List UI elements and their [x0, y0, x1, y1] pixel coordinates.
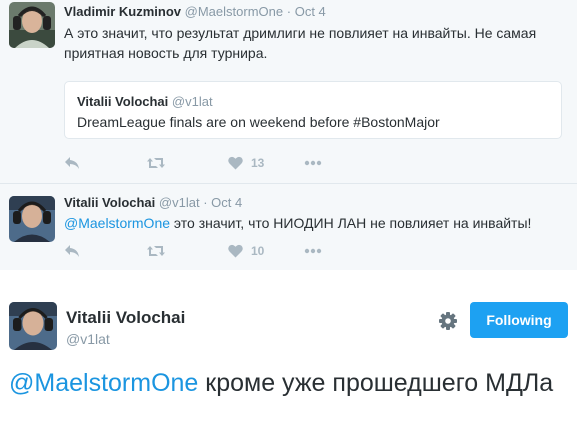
author-username[interactable]: @v1lat	[66, 331, 110, 347]
like-button[interactable]: 13	[228, 153, 264, 173]
mention-link[interactable]: @MaelstormOne	[64, 215, 170, 231]
reply-icon	[65, 245, 79, 257]
separator-dot: ·	[203, 195, 208, 210]
gear-icon[interactable]	[438, 311, 458, 331]
reply-button[interactable]	[64, 241, 80, 261]
tweet-actions: 10	[64, 241, 364, 261]
reply-icon	[65, 157, 79, 169]
retweet-icon	[147, 246, 165, 256]
tweet-actions: 13	[64, 153, 364, 173]
author-fullname[interactable]: Vladimir Kuzminov	[64, 4, 181, 19]
author-username[interactable]: @v1lat	[159, 195, 200, 210]
thread-tweet[interactable]: Vitalii Volochai @v1lat · Oct 4 @Maelsto…	[0, 184, 577, 270]
quoted-text: DreamLeague finals are on weekend before…	[77, 114, 440, 130]
retweet-button[interactable]	[146, 241, 166, 261]
conversation-thread: Vladimir Kuzminov @MaelstormOne · Oct 4 …	[0, 0, 577, 270]
quoted-fullname: Vitalii Volochai	[77, 94, 169, 109]
more-icon	[304, 248, 322, 254]
author-fullname[interactable]: Vitalii Volochai	[66, 308, 185, 328]
mention-link[interactable]: @MaelstormOne	[9, 369, 198, 397]
more-button[interactable]	[304, 153, 322, 173]
permalink-tweet: Vitalii Volochai @v1lat Following @Maels…	[0, 270, 577, 436]
tweet-header: Vladimir Kuzminov @MaelstormOne · Oct 4	[64, 4, 326, 19]
more-button[interactable]	[304, 241, 322, 261]
tweet-text: @MaelstormOne это значит, что НИОДИН ЛАН…	[64, 213, 564, 233]
more-icon	[304, 160, 322, 166]
avatar[interactable]	[9, 2, 55, 48]
timestamp[interactable]: Oct 4	[295, 4, 326, 19]
avatar[interactable]	[9, 302, 57, 350]
avatar[interactable]	[9, 196, 55, 242]
tweet-text: @MaelstormOne кроме уже прошедшего МДЛа	[9, 368, 569, 399]
author-username[interactable]: @MaelstormOne	[185, 4, 283, 19]
tweet-text-body: кроме уже прошедшего МДЛа	[198, 369, 554, 397]
tweet-header: Vitalii Volochai @v1lat · Oct 4	[64, 195, 242, 210]
like-button[interactable]: 10	[228, 241, 264, 261]
retweet-icon	[147, 158, 165, 168]
reply-button[interactable]	[64, 153, 80, 173]
retweet-button[interactable]	[146, 153, 166, 173]
tweet-text: А это значит, что результат дримлиги не …	[64, 25, 537, 61]
thread-tweet[interactable]: Vladimir Kuzminov @MaelstormOne · Oct 4 …	[0, 0, 577, 184]
heart-icon	[228, 244, 243, 258]
author-fullname[interactable]: Vitalii Volochai	[64, 195, 155, 210]
quoted-header: Vitalii Volochai @v1lat	[77, 94, 213, 109]
like-count: 13	[251, 156, 265, 170]
tweet-text-body: это значит, что НИОДИН ЛАН не повлияет н…	[170, 215, 532, 231]
following-button[interactable]: Following	[470, 302, 568, 338]
heart-icon	[228, 156, 243, 170]
like-count: 10	[251, 244, 265, 258]
quoted-tweet[interactable]: Vitalii Volochai @v1lat DreamLeague fina…	[64, 81, 562, 139]
quoted-username: @v1lat	[171, 94, 213, 109]
separator-dot: ·	[286, 4, 292, 19]
timestamp[interactable]: Oct 4	[211, 195, 242, 210]
